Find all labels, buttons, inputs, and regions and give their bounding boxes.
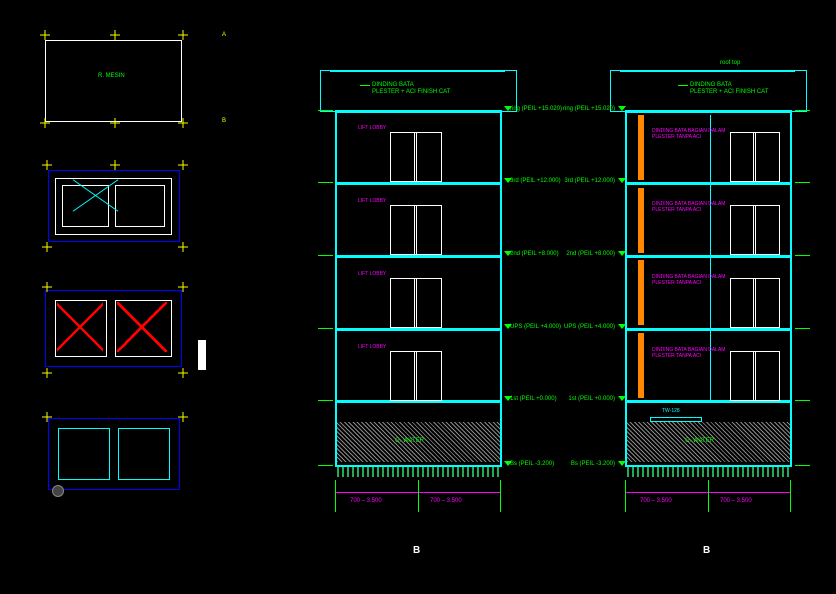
grid-bubble: [218, 160, 230, 172]
wall-label: DINDING BATA BAGIAN DALAM PLESTER TANPA …: [652, 274, 725, 286]
lobby: LIFT LOBBY: [358, 271, 386, 277]
lvl-2: 2nd (PEIL +8.000): [510, 251, 559, 257]
grid-a: A: [222, 32, 226, 38]
grid-cross: [40, 118, 50, 128]
grid-bubble: [703, 515, 715, 527]
grid-cross: [178, 118, 188, 128]
grid-b: B: [222, 118, 226, 124]
grid-bubble: [218, 365, 230, 377]
grid-cross: [42, 282, 52, 292]
grid-cross: [178, 368, 188, 378]
grid-cross: [42, 242, 52, 252]
grid-cross: [42, 160, 52, 170]
ground: G. WATER: [395, 438, 424, 444]
plan2-room2: [115, 185, 165, 227]
wall-label: DINDING BATA BAGIAN DALAM PLESTER TANPA …: [652, 347, 725, 359]
plan1-outline: [45, 40, 182, 122]
dim2: 700 – 3.500: [430, 498, 462, 504]
corridor: TW-128: [662, 408, 680, 414]
wall-highlight: [638, 188, 644, 253]
lvl-ups: UPS (PEIL +4.000): [510, 324, 561, 330]
lobby: LIFT LOBBY: [358, 344, 386, 350]
plan3-wall: [198, 340, 206, 370]
plan4-room1: [58, 428, 110, 480]
ground: G. WATER: [685, 438, 714, 444]
lvl-1: 1st (PEIL +0.000): [510, 396, 557, 402]
grid-bubble: [413, 515, 425, 527]
grid-cross: [178, 412, 188, 422]
dim1: 700 – 3.500: [640, 498, 672, 504]
grid-bubble: [218, 282, 230, 294]
grid-bubble: [785, 515, 797, 527]
wall-highlight: [638, 260, 644, 325]
lobby: LIFT LOBBY: [358, 198, 386, 204]
grid-bubble: [495, 515, 507, 527]
ground-wave: [627, 467, 790, 477]
lvl-3: 3rd (PEIL +12.000): [510, 178, 561, 184]
grid-cross: [178, 30, 188, 40]
plan4-room2: [118, 428, 170, 480]
wall-highlight: [638, 115, 644, 180]
dim1: 700 – 3.500: [350, 498, 382, 504]
lvl-2: 2nd (PEIL +8.000): [560, 251, 615, 257]
grid-cross: [178, 160, 188, 170]
grid-cross: [110, 30, 120, 40]
section-id: B: [703, 545, 710, 556]
plan3-x1: [57, 302, 103, 352]
plan3-x2: [117, 302, 167, 352]
roof-annot: DINDING BATA PLESTER + ACI FINISH CAT: [690, 82, 768, 96]
grid-cross: [178, 242, 188, 252]
lobby: LIFT LOBBY: [358, 125, 386, 131]
grid-cross: [42, 412, 52, 422]
roof-annot: DINDING BATA PLESTER + ACI FINISH CAT: [372, 82, 450, 96]
grid-cross: [42, 368, 52, 378]
lvl-3: 3rd (PEIL +12.000): [560, 178, 615, 184]
grid-cross: [110, 118, 120, 128]
plan1-label: R. MESIN: [98, 73, 125, 79]
dim2: 700 – 3.500: [720, 498, 752, 504]
wall-label: DINDING BATA BAGIAN DALAM PLESTER TANPA …: [652, 201, 725, 213]
wall-highlight: [638, 333, 644, 398]
lvl-bs: Bs (PEIL -3.200): [560, 461, 615, 467]
grid-bubble: [218, 238, 230, 250]
grid-bubble: [620, 515, 632, 527]
wall-label: DINDING BATA BAGIAN DALAM PLESTER TANPA …: [652, 128, 725, 140]
grid-cross: [110, 160, 120, 170]
section-id: B: [413, 545, 420, 556]
lvl-1: 1st (PEIL +0.000): [560, 396, 615, 402]
grid-cross: [178, 282, 188, 292]
roof-label: roof top: [720, 60, 740, 66]
lvl-ring: ring (PEIL +15.020): [510, 106, 562, 112]
grid-cross: [40, 30, 50, 40]
grid-bubble: [330, 515, 342, 527]
lvl-ring: ring (PEIL +15.020): [560, 106, 615, 112]
ground-wave: [337, 467, 500, 477]
lvl-bs: Bs (PEIL -3.200): [510, 461, 554, 467]
lvl-ups: UPS (PEIL +4.000): [560, 324, 615, 330]
plan4-marker: [52, 485, 64, 497]
cad-canvas: R. MESIN A B DINDING BATA PLESTER + ACI …: [0, 0, 836, 594]
